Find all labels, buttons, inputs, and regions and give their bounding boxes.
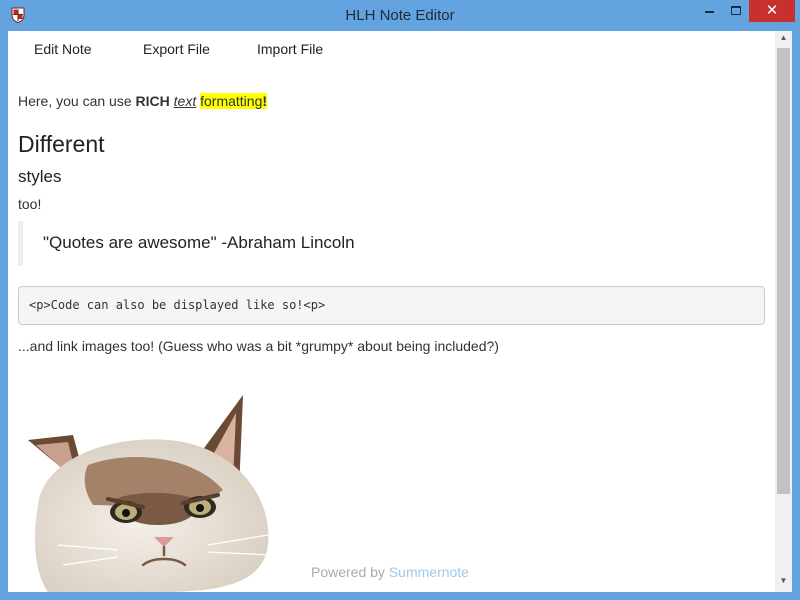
scroll-up-arrow-icon[interactable]: ▲	[775, 33, 792, 47]
menu-import-file[interactable]: Import File	[257, 41, 323, 57]
link-paragraph: ...and link images too! (Guess who was a…	[18, 338, 499, 354]
quote-text: "Quotes are awesome" -Abraham Lincoln	[43, 233, 355, 252]
intro-bang: !	[262, 93, 268, 109]
paragraph-too: too!	[18, 196, 42, 212]
powered-by: Powered by Summernote	[311, 564, 469, 580]
grumpy-cat-image[interactable]	[18, 395, 278, 592]
close-button[interactable]: ✕	[749, 0, 795, 22]
intro-bold-text: RICH	[135, 93, 170, 109]
powered-prefix: Powered by	[311, 564, 389, 580]
heading-2: styles	[18, 167, 62, 186]
blockquote: "Quotes are awesome" -Abraham Lincoln	[18, 221, 418, 266]
minimize-button[interactable]	[697, 0, 723, 22]
maximize-icon	[731, 6, 741, 15]
close-icon: ✕	[765, 2, 779, 19]
summernote-link[interactable]: Summernote	[389, 564, 469, 580]
vertical-scrollbar[interactable]: ▲ ▼	[775, 31, 792, 592]
client-area: Edit Note Export File Import File Here, …	[8, 31, 792, 592]
menu-export-file[interactable]: Export File	[143, 41, 210, 57]
heading-1: Different	[18, 131, 105, 157]
intro-italic-text: text	[173, 93, 197, 109]
intro-prefix: Here, you can use	[18, 93, 136, 109]
scroll-thumb[interactable]	[777, 48, 790, 494]
scroll-down-arrow-icon[interactable]: ▼	[775, 576, 792, 590]
intro-highlight: formatting!	[200, 93, 268, 109]
code-block: <p>Code can also be displayed like so!<p…	[18, 286, 765, 325]
title-bar[interactable]: HLH Note Editor ✕	[0, 0, 800, 31]
intro-highlight-text: formatting	[200, 93, 263, 109]
maximize-button[interactable]	[723, 0, 749, 22]
menu-edit-note[interactable]: Edit Note	[34, 41, 92, 57]
minimize-icon	[705, 11, 714, 13]
window-title: HLH Note Editor	[345, 7, 455, 24]
intro-paragraph: Here, you can use RICH text formatting!	[18, 93, 268, 109]
code-text: <p>Code can also be displayed like so!<p…	[29, 298, 326, 312]
